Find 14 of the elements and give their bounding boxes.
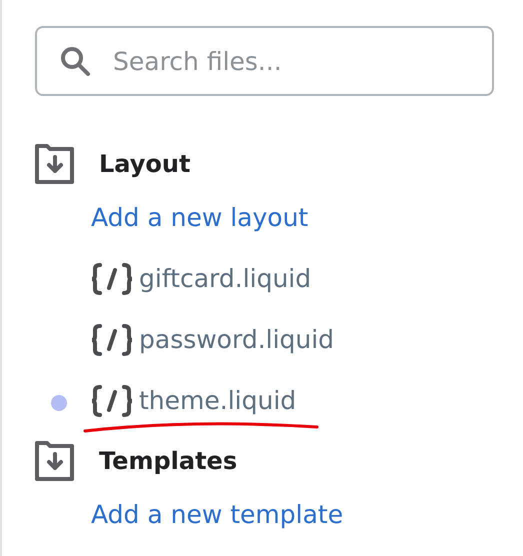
file-item[interactable]: giftcard.liquid — [91, 260, 312, 298]
file-item[interactable]: theme.liquid — [91, 382, 296, 420]
code-icon — [91, 385, 133, 417]
add-link[interactable]: Add a new layout — [91, 200, 308, 236]
code-icon — [91, 263, 133, 295]
search-field[interactable]: Search files... — [35, 26, 494, 96]
add-link[interactable]: Add a new template — [91, 497, 344, 533]
section-heading: Templates — [99, 446, 238, 477]
section-heading: Layout — [99, 149, 190, 180]
file-item[interactable]: password.liquid — [91, 321, 334, 359]
code-icon — [91, 324, 133, 356]
search-icon — [59, 45, 91, 77]
folder-download-icon — [35, 441, 75, 481]
folder-download-icon — [35, 144, 75, 184]
